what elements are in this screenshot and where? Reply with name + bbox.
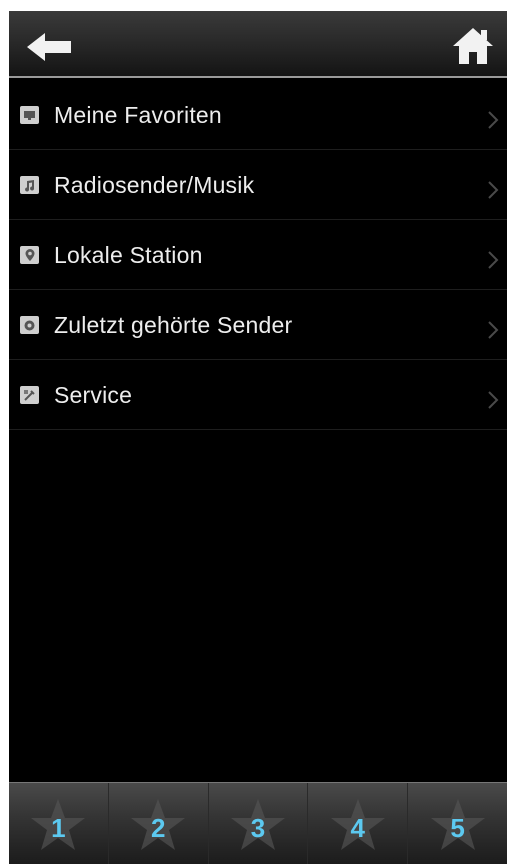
menu-item-favorites[interactable]: Meine Favoriten (9, 80, 507, 150)
arrow-left-icon (27, 33, 71, 61)
chevron-right-icon (488, 111, 499, 129)
menu-item-label: Radiosender/Musik (54, 172, 255, 198)
main-menu: Meine Favoriten Radiosender/Musik Lokale… (9, 80, 507, 430)
preset-button-1[interactable]: 1 (9, 783, 109, 864)
preset-button-2[interactable]: 2 (109, 783, 209, 864)
back-button[interactable] (25, 31, 77, 63)
preset-button-5[interactable]: 5 (408, 783, 507, 864)
music-note-icon (20, 176, 39, 194)
favorites-icon (20, 106, 39, 124)
menu-item-radio-music[interactable]: Radiosender/Musik (9, 150, 507, 220)
menu-item-label: Service (54, 382, 133, 408)
menu-item-label: Zuletzt gehörte Sender (54, 312, 293, 338)
service-icon (20, 386, 39, 404)
home-icon (453, 28, 493, 64)
chevron-right-icon (488, 321, 499, 339)
app-screen: Meine Favoriten Radiosender/Musik Lokale… (9, 11, 507, 864)
history-icon (20, 316, 39, 334)
menu-item-label: Lokale Station (54, 242, 203, 268)
preset-bar: 1 2 3 4 5 (9, 782, 507, 864)
chevron-right-icon (488, 181, 499, 199)
menu-item-recent-stations[interactable]: Zuletzt gehörte Sender (9, 290, 507, 360)
preset-number: 4 (350, 813, 366, 843)
preset-number: 3 (250, 813, 266, 843)
preset-number: 2 (150, 813, 166, 843)
preset-number: 1 (51, 813, 66, 843)
chevron-right-icon (488, 251, 499, 269)
location-pin-icon (20, 246, 39, 264)
menu-item-label: Meine Favoriten (54, 102, 222, 128)
preset-button-4[interactable]: 4 (308, 783, 409, 864)
home-button[interactable] (451, 26, 495, 66)
menu-item-local-station[interactable]: Lokale Station (9, 220, 507, 290)
preset-number: 5 (450, 813, 465, 843)
menu-item-service[interactable]: Service (9, 360, 507, 430)
top-bar (9, 11, 507, 78)
preset-button-3[interactable]: 3 (209, 783, 309, 864)
chevron-right-icon (488, 391, 499, 409)
